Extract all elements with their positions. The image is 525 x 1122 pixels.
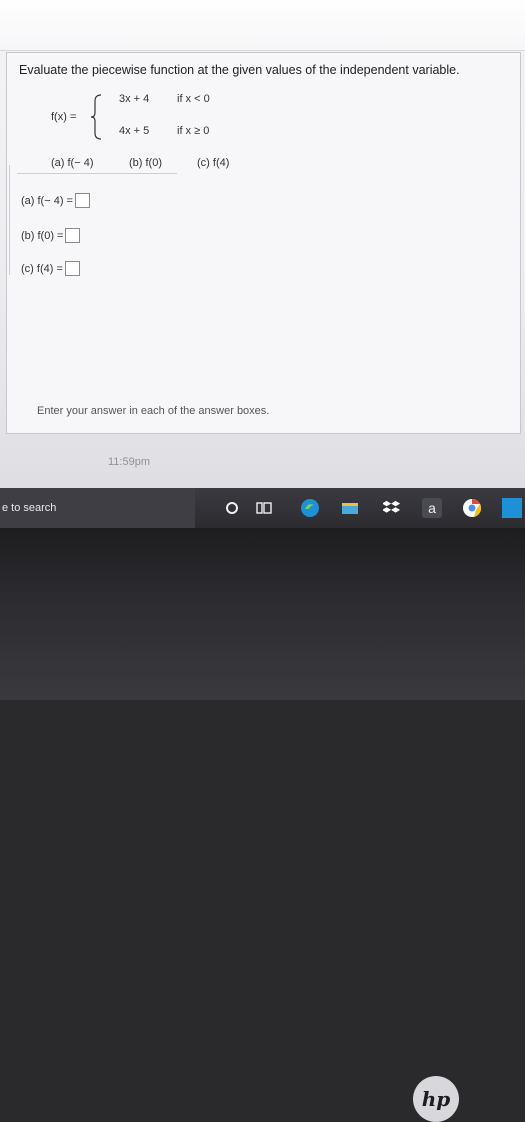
piece-1-cond: if x < 0 [177, 93, 210, 105]
browser-screen: Evaluate the piecewise function at the g… [0, 0, 525, 488]
notification-badge-icon[interactable] [502, 498, 522, 518]
amazon-letter: a [428, 500, 436, 516]
divider [17, 173, 177, 174]
piece-2-cond: if x ≥ 0 [177, 125, 210, 137]
answer-input-c[interactable] [64, 261, 80, 276]
hp-logo: hp [413, 1076, 459, 1122]
function-label: f(x) = [51, 111, 77, 123]
answer-row-b: (b) f(0) = [21, 228, 81, 243]
answer-label-b: (b) f(0) = [21, 229, 64, 242]
edge-icon[interactable] [300, 498, 320, 518]
chrome-icon[interactable] [462, 498, 482, 518]
task-view-icon[interactable] [254, 498, 274, 518]
piece-2-expr: 4x + 5 [119, 125, 150, 137]
instruction-text: Evaluate the piecewise function at the g… [19, 63, 460, 77]
answer-row-c: (c) f(4) = [21, 261, 80, 276]
search-text: e to search [2, 502, 57, 514]
file-explorer-icon[interactable] [340, 498, 360, 518]
top-band [0, 0, 525, 51]
clock-text: 11:59pm [108, 456, 150, 468]
left-brace-icon [91, 94, 102, 140]
part-a: (a) f(− 4) [51, 157, 94, 169]
taskbar: e to search a [0, 488, 525, 528]
answer-input-b[interactable] [65, 228, 81, 243]
piece-1-expr: 3x + 4 [119, 93, 150, 105]
cortana-circle-icon[interactable] [222, 498, 242, 518]
answer-label-a: (a) f(− 4) = [21, 194, 73, 207]
part-c: (c) f(4) [197, 157, 230, 169]
answer-row-a: (a) f(− 4) = [21, 193, 90, 208]
hp-logo-text: hp [421, 1087, 451, 1111]
amazon-icon[interactable]: a [422, 498, 442, 518]
left-rule [9, 165, 10, 275]
answer-label-c: (c) f(4) = [21, 262, 63, 275]
taskbar-search[interactable]: e to search [0, 488, 195, 528]
part-b: (b) f(0) [129, 157, 162, 169]
hint-text: Enter your answer in each of the answer … [37, 405, 270, 417]
laptop-bezel: hp [0, 528, 525, 1122]
dropbox-icon[interactable] [382, 498, 402, 518]
question-panel: Evaluate the piecewise function at the g… [6, 52, 521, 434]
answer-input-a[interactable] [74, 193, 90, 208]
